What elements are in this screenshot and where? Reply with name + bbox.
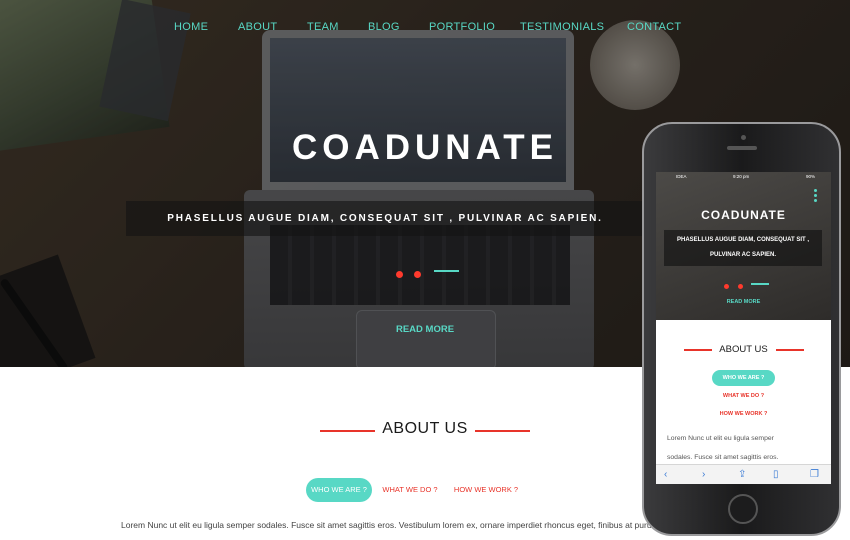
about-title: ABOUT US [382,420,468,437]
phone-slider-dot-2[interactable] [738,284,743,289]
nav-blog[interactable]: BLOG [368,21,400,33]
phone-about-text: Lorem Nunc ut elit eu ligula semper soda… [667,429,827,467]
nav-portfolio[interactable]: PORTFOLIO [429,21,495,33]
phone-about-text-line-1: Lorem Nunc ut elit eu ligula semper [667,435,774,442]
phone-tab-how-we-work[interactable]: HOW WE WORK ? [656,411,831,417]
phone-menu-icon[interactable] [814,189,817,203]
nav-contact[interactable]: CONTACT [627,21,681,33]
nav-about[interactable]: ABOUT [238,21,277,33]
phone-screen: IDEA 9:20 pm 90% COADUNATE PHASELLUS AUG… [656,172,831,484]
phone-status-bar: IDEA 9:20 pm 90% [656,172,831,182]
phone-camera [741,135,746,140]
phone-hero-subtitle: PHASELLUS AUGUE DIAM, CONSEQUAT SIT , PU… [664,230,822,266]
phone-read-more-link[interactable]: READ MORE [656,299,831,305]
slider-dot-1[interactable] [396,271,403,278]
back-icon[interactable]: ‹ [664,468,667,482]
bookmarks-icon[interactable]: ▯ [773,468,779,482]
about-text: Lorem Nunc ut elit eu ligula semper soda… [121,520,659,530]
share-icon[interactable]: ⇪ [738,468,746,482]
phone-speaker [727,146,757,150]
phone-tab-who-we-are[interactable]: WHO WE ARE ? [712,370,775,386]
phone-hero-subtitle-line-1: PHASELLUS AUGUE DIAM, CONSEQUAT SIT , [676,237,809,243]
phone-title-rule-right [776,349,804,351]
nav-home[interactable]: HOME [174,21,208,33]
nav-testimonials[interactable]: TESTIMONIALS [520,21,604,33]
tabs-icon[interactable]: ❐ [810,468,819,482]
phone-hero-subtitle-line-2: PULVINAR AC SAPIEN. [709,252,776,258]
phone-hero-title: COADUNATE [701,208,786,222]
slider-dot-active[interactable] [434,270,459,272]
phone-mockup: IDEA 9:20 pm 90% COADUNATE PHASELLUS AUG… [642,122,841,536]
tab-who-we-are[interactable]: WHO WE ARE ? [306,478,372,502]
phone-hero: IDEA 9:20 pm 90% COADUNATE PHASELLUS AUG… [656,172,831,320]
hero-subtitle: PHASELLUS AUGUE DIAM, CONSEQUAT SIT , PU… [126,201,644,236]
forward-icon[interactable]: › [702,468,705,482]
tab-how-we-work[interactable]: HOW WE WORK ? [452,478,520,502]
phone-slider-dot-active[interactable] [751,283,769,285]
phone-tab-what-we-do[interactable]: WHAT WE DO ? [656,393,831,399]
phone-slider-dot-1[interactable] [724,284,729,289]
phone-home-button [728,494,758,524]
phone-battery: 90% [806,174,816,179]
main-nav: HOME ABOUT TEAM BLOG PORTFOLIO TESTIMONI… [0,21,850,37]
title-rule-right [475,430,530,432]
phone-browser-toolbar: ‹ › ⇪ ▯ ❐ [656,464,831,484]
phone-carrier: IDEA [676,174,687,179]
phone-about-title: ABOUT US [719,344,768,355]
phone-time: 9:20 pm [733,174,750,179]
nav-team[interactable]: TEAM [307,21,339,33]
slider-dot-2[interactable] [414,271,421,278]
tab-what-we-do[interactable]: WHAT WE DO ? [380,478,440,502]
